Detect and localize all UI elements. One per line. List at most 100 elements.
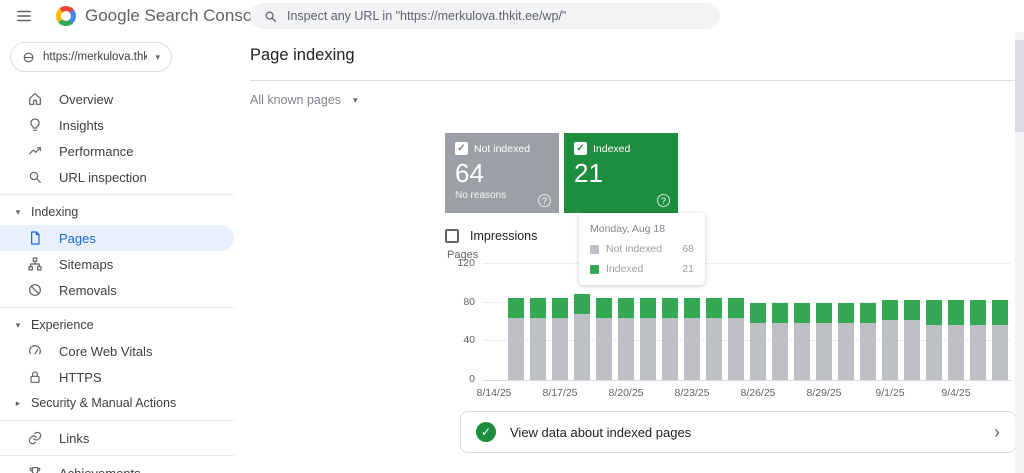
top-bar: Google Search Console [0,0,1024,32]
chart-bar[interactable] [530,298,547,380]
chart-bar[interactable] [772,303,789,380]
help-icon[interactable]: ? [657,194,670,207]
sidebar-item-sitemaps[interactable]: Sitemaps [0,251,234,277]
sidebar-item-removals[interactable]: Removals [0,277,234,303]
impressions-checkbox[interactable] [445,229,459,243]
section-label: Indexing [31,205,78,219]
app-title: Google Search Console [85,6,266,26]
sidebar-section-indexing[interactable]: ▾Indexing [0,199,234,225]
lightbulb-icon [26,116,44,134]
bar-segment-indexed [794,303,811,323]
pages-icon [26,229,44,247]
sitemaps-icon [26,255,44,273]
sidebar-item-https[interactable]: HTTPS [0,364,234,390]
bar-segment-indexed [882,300,899,320]
property-label: https://merkulova.thkit.... [43,51,147,63]
x-tick-label: 8/29/25 [806,387,841,399]
impressions-row: Impressions [445,229,1011,243]
sidebar-item-label: Core Web Vitals [59,344,152,359]
sidebar-item-label: Sitemaps [59,257,113,272]
chart-bar[interactable] [970,300,987,380]
app-logo-and-title[interactable]: Google Search Console [56,6,266,26]
sidebar-divider [0,420,234,421]
x-tick-label: 8/20/25 [608,387,643,399]
page-title: Page indexing [250,46,1016,65]
bar-segment-not-indexed [816,323,833,380]
sidebar-item-url-inspection[interactable]: URL inspection [0,164,234,190]
chart-bar[interactable] [574,294,591,380]
sidebar-item-core-web-vitals[interactable]: Core Web Vitals [0,338,234,364]
bar-segment-not-indexed [926,325,943,380]
gridline [483,263,1011,264]
url-inspect-input[interactable] [287,9,707,23]
property-selector[interactable]: https://merkulova.thkit.... ▾ [10,42,172,72]
chart-bar[interactable] [838,303,855,380]
caret-down-icon: ▾ [12,320,24,331]
chart-bar[interactable] [904,300,921,380]
x-tick-label: 9/4/25 [941,387,970,399]
sidebar-section-security-manual-actions[interactable]: ▸Security & Manual Actions [0,390,234,416]
caret-down-icon: ▾ [353,95,358,106]
chart-bar[interactable] [926,300,943,380]
sidebar-divider [0,455,234,456]
chart-bar[interactable] [750,303,767,380]
x-tick-label: 8/17/25 [542,387,577,399]
chart-bar[interactable] [662,298,679,380]
known-pages-filter[interactable]: All known pages ▾ [250,93,358,107]
chart-bar[interactable] [992,300,1009,380]
chart-bar[interactable] [882,300,899,380]
home-icon [26,90,44,108]
sidebar-section-experience[interactable]: ▾Experience [0,312,234,338]
chart-bar[interactable] [728,298,745,380]
chart-tooltip: Monday, Aug 18 Not indexed68Indexed21 [579,213,705,285]
sidebar-item-label: Links [59,431,89,446]
chart-bar[interactable] [552,298,569,380]
bar-segment-indexed [662,298,679,318]
sidebar-item-achievements[interactable]: Achievements [0,460,234,473]
sidebar-item-label: Achievements [59,466,141,473]
indexed-card[interactable]: ✓ Indexed 21 ? [564,133,678,213]
chart-bar[interactable] [684,298,701,380]
search-console-logo-icon [56,6,76,26]
sidebar-item-label: Removals [59,283,117,298]
bar-segment-indexed [640,298,657,318]
url-inspect-searchbar[interactable] [250,3,720,29]
sidebar-item-performance[interactable]: Performance [0,138,234,164]
caret-down-icon: ▾ [155,52,160,63]
bar-segment-indexed [508,298,525,318]
not-indexed-label: Not indexed [474,143,530,155]
sidebar-item-overview[interactable]: Overview [0,86,234,112]
view-indexed-pages-link[interactable]: ✓ View data about indexed pages › [460,411,1016,453]
chart-bar[interactable] [794,303,811,380]
bar-segment-not-indexed [728,318,745,380]
tooltip-row-value: 68 [682,243,694,255]
bar-segment-not-indexed [904,320,921,380]
not-indexed-value: 64 [455,158,549,189]
sidebar-item-label: HTTPS [59,370,102,385]
chart-bar[interactable] [860,303,877,380]
chart-bar[interactable] [948,300,965,380]
chart-bar[interactable] [640,298,657,380]
chart-bar[interactable] [508,298,525,380]
bar-segment-not-indexed [772,323,789,380]
not-indexed-card[interactable]: ✓ Not indexed 64 No reasons ? [445,133,559,213]
chart-plot: Monday, Aug 18 Not indexed68Indexed21 04… [483,265,1011,381]
scrollbar-thumb[interactable] [1015,40,1024,132]
not-indexed-checkbox[interactable]: ✓ [455,142,468,155]
chart-bar[interactable] [816,303,833,380]
chart-bar[interactable] [618,298,635,380]
sidebar-item-pages[interactable]: Pages [0,225,234,251]
chart-bar[interactable] [706,298,723,380]
menu-icon[interactable] [10,2,38,30]
property-icon [22,51,35,64]
bar-segment-not-indexed [618,318,635,380]
chart-bar[interactable] [596,298,613,380]
x-tick-label: 8/26/25 [740,387,775,399]
bar-segment-not-indexed [882,320,899,380]
sidebar-item-links[interactable]: Links [0,425,234,451]
x-tick-label: 8/14/25 [476,387,511,399]
help-icon[interactable]: ? [538,194,551,207]
legend-swatch-icon [590,265,599,274]
sidebar-item-insights[interactable]: Insights [0,112,234,138]
indexed-checkbox[interactable]: ✓ [574,142,587,155]
